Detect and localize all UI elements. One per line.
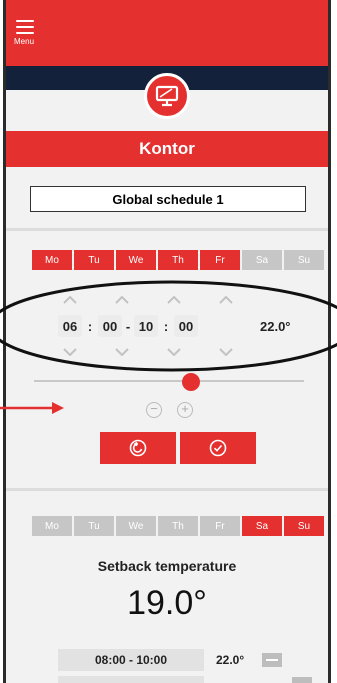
menu-label: Menu (14, 37, 35, 46)
time-range-row: 06 : 00 - 10 : 00 (58, 314, 198, 338)
period-row-temperature: 22.0° (216, 653, 245, 667)
start-minute-field[interactable]: 00 (98, 315, 122, 337)
setback-day-tu[interactable]: Tu (74, 516, 114, 536)
day-toggle-fr[interactable]: Fr (200, 250, 240, 270)
day-toggle-mo[interactable]: Mo (32, 250, 72, 270)
monitor-icon (155, 85, 179, 107)
setback-day-su[interactable]: Su (284, 516, 324, 536)
day-toggle-sa[interactable]: Sa (242, 250, 282, 270)
phone-screen: Menu Kontor Global schedule 1 Mo Tu We T… (3, 0, 331, 683)
device-badge (144, 73, 190, 119)
start-min-down-icon[interactable] (115, 348, 129, 356)
time-colon: : (163, 318, 169, 334)
day-toggle-we[interactable]: We (116, 250, 156, 270)
end-min-down-icon[interactable] (219, 348, 233, 356)
end-hour-up-icon[interactable] (167, 296, 181, 304)
end-minute-field[interactable]: 00 (174, 315, 198, 337)
setback-day-selector: Mo Tu We Th Fr Sa Su (32, 516, 324, 536)
divider (6, 488, 328, 491)
decrease-temp-button[interactable]: − (146, 402, 162, 418)
day-toggle-su[interactable]: Su (284, 250, 324, 270)
end-hour-down-icon[interactable] (167, 348, 181, 356)
start-min-up-icon[interactable] (115, 296, 129, 304)
end-hour-field[interactable]: 10 (134, 315, 158, 337)
check-icon (209, 439, 227, 457)
increase-temp-button[interactable]: + (177, 402, 193, 418)
period-row-partial[interactable] (58, 676, 204, 683)
start-hour-down-icon[interactable] (63, 348, 77, 356)
day-toggle-tu[interactable]: Tu (74, 250, 114, 270)
time-dash: - (125, 318, 131, 334)
period-temperature: 22.0° (260, 318, 291, 334)
menu-button[interactable]: Menu (12, 20, 52, 60)
temperature-slider-track[interactable] (34, 380, 304, 382)
time-colon: : (87, 318, 93, 334)
undo-button[interactable] (100, 432, 176, 464)
divider (6, 228, 328, 231)
start-hour-field[interactable]: 06 (58, 315, 82, 337)
setback-day-fr[interactable]: Fr (200, 516, 240, 536)
undo-icon (129, 439, 147, 457)
hamburger-icon (16, 20, 34, 34)
remove-period-button-partial[interactable] (292, 677, 312, 683)
setback-temperature[interactable]: 19.0° (6, 584, 328, 623)
room-title: Kontor (6, 131, 328, 167)
day-toggle-th[interactable]: Th (158, 250, 198, 270)
start-hour-up-icon[interactable] (63, 296, 77, 304)
confirm-button[interactable] (180, 432, 256, 464)
setback-day-mo[interactable]: Mo (32, 516, 72, 536)
schedule-selector[interactable]: Global schedule 1 (30, 186, 306, 212)
temperature-slider-thumb[interactable] (181, 373, 200, 391)
period-day-selector: Mo Tu We Th Fr Sa Su (32, 250, 324, 270)
time-editor: 06 : 00 - 10 : 00 22.0° (6, 290, 328, 362)
remove-period-button[interactable] (262, 653, 282, 667)
top-bar: Menu (6, 0, 328, 66)
setback-title: Setback temperature (97, 558, 237, 574)
setback-day-th[interactable]: Th (158, 516, 198, 536)
setback-day-we[interactable]: We (116, 516, 156, 536)
period-row: 08:00 - 10:00 22.0° (58, 649, 312, 671)
period-time-range[interactable]: 08:00 - 10:00 (58, 649, 204, 671)
minus-icon (266, 659, 278, 661)
setback-day-sa[interactable]: Sa (242, 516, 282, 536)
end-min-up-icon[interactable] (219, 296, 233, 304)
